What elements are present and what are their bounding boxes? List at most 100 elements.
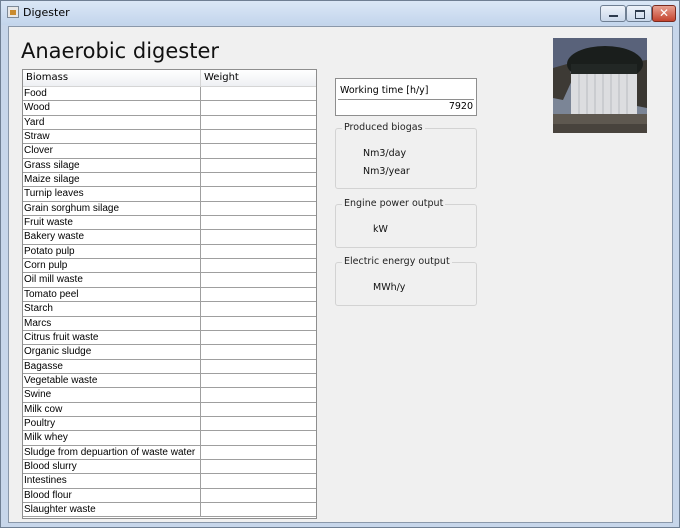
table-row[interactable]: Marcs	[23, 316, 316, 331]
table-row[interactable]: Tomato peel	[23, 287, 316, 303]
biomass-cell: Bakery waste	[23, 230, 201, 245]
weight-cell[interactable]	[201, 273, 316, 288]
electric-energy-group: Electric energy output MWh/y	[335, 256, 477, 306]
table-row[interactable]: Straw	[23, 130, 316, 145]
biomass-cell: Maize silage	[23, 173, 201, 188]
minimize-icon	[609, 15, 618, 17]
biomass-cell: Bagasse	[23, 359, 201, 374]
biomass-cell: Blood flour	[23, 488, 201, 503]
table-row[interactable]: Bakery waste	[23, 230, 316, 245]
weight-cell[interactable]	[201, 259, 316, 274]
weight-cell[interactable]	[201, 101, 316, 116]
table-row[interactable]: Food	[23, 87, 316, 102]
table-row[interactable]: Oil mill waste	[23, 273, 316, 288]
biomass-cell: Wood	[23, 101, 201, 116]
weight-cell[interactable]	[201, 431, 316, 446]
table-row[interactable]: Slaughter waste	[23, 502, 316, 518]
weight-cell[interactable]	[201, 403, 316, 417]
weight-cell[interactable]	[201, 245, 316, 260]
weight-cell[interactable]	[201, 474, 316, 489]
table-row[interactable]: Starch	[23, 302, 316, 317]
title-bar[interactable]: Digester ✕	[1, 1, 679, 25]
biomass-cell: Blood slurry	[23, 459, 201, 475]
biogas-unit-year: Nm3/year	[363, 166, 410, 177]
weight-cell[interactable]	[201, 446, 316, 460]
table-row[interactable]: Fruit waste	[23, 216, 316, 231]
weight-cell[interactable]	[201, 460, 316, 475]
weight-cell[interactable]	[201, 331, 316, 346]
table-row[interactable]: Citrus fruit waste	[23, 330, 316, 346]
table-row[interactable]: Sludge from depuartion of waste water	[23, 445, 316, 460]
biomass-cell: Grain sorghum silage	[23, 201, 201, 217]
table-row[interactable]: Blood flour	[23, 488, 316, 503]
biomass-cell: Clover	[23, 144, 201, 159]
weight-cell[interactable]	[201, 345, 316, 360]
engine-power-unit: kW	[373, 224, 388, 235]
weight-cell[interactable]	[201, 489, 316, 503]
weight-cell[interactable]	[201, 288, 316, 303]
table-row[interactable]: Corn pulp	[23, 259, 316, 274]
engine-power-title: Engine power output	[342, 198, 446, 209]
produced-biogas-group: Produced biogas Nm3/day Nm3/year	[335, 122, 477, 189]
biomass-cell: Yard	[23, 115, 201, 131]
biomass-cell: Marcs	[23, 316, 201, 331]
weight-cell[interactable]	[201, 116, 316, 131]
weight-cell[interactable]	[201, 374, 316, 389]
table-row[interactable]: Maize silage	[23, 173, 316, 188]
weight-cell[interactable]	[201, 360, 316, 374]
close-button[interactable]: ✕	[652, 5, 676, 22]
biomass-cell: Organic sludge	[23, 345, 201, 360]
table-row[interactable]: Milk cow	[23, 402, 316, 417]
column-header-weight[interactable]: Weight	[201, 70, 316, 86]
weight-cell[interactable]	[201, 144, 316, 159]
biomass-cell: Slaughter waste	[23, 502, 201, 518]
app-icon	[7, 6, 19, 18]
table-row[interactable]: Swine	[23, 388, 316, 403]
weight-cell[interactable]	[201, 87, 316, 102]
close-icon: ✕	[658, 6, 670, 20]
weight-cell[interactable]	[201, 202, 316, 217]
table-row[interactable]: Potato pulp	[23, 244, 316, 260]
biomass-cell: Tomato peel	[23, 287, 201, 303]
table-row[interactable]: Intestines	[23, 474, 316, 489]
weight-cell[interactable]	[201, 503, 316, 518]
table-row[interactable]: Bagasse	[23, 359, 316, 374]
table-row[interactable]: Grain sorghum silage	[23, 201, 316, 217]
table-row[interactable]: Grass silage	[23, 158, 316, 174]
biomass-cell: Intestines	[23, 474, 201, 489]
biomass-cell: Grass silage	[23, 158, 201, 174]
table-row[interactable]: Organic sludge	[23, 345, 316, 360]
working-time-label: Working time [h/y]	[340, 85, 429, 96]
weight-cell[interactable]	[201, 187, 316, 202]
biomass-cell: Citrus fruit waste	[23, 330, 201, 346]
biomass-cell: Turnip leaves	[23, 187, 201, 202]
maximize-button[interactable]	[626, 5, 652, 22]
weight-cell[interactable]	[201, 173, 316, 188]
table-row[interactable]: Poultry	[23, 416, 316, 432]
weight-cell[interactable]	[201, 230, 316, 245]
table-row[interactable]: Blood slurry	[23, 459, 316, 475]
table-header: Biomass Weight	[23, 70, 316, 87]
working-time-input[interactable]: 7920	[338, 99, 474, 113]
weight-cell[interactable]	[201, 130, 316, 145]
table-row[interactable]: Turnip leaves	[23, 187, 316, 202]
table-row[interactable]: Clover	[23, 144, 316, 159]
weight-cell[interactable]	[201, 216, 316, 231]
weight-cell[interactable]	[201, 417, 316, 432]
table-row[interactable]: Vegetable waste	[23, 373, 316, 389]
biomass-cell: Potato pulp	[23, 244, 201, 260]
table-row[interactable]: Milk whey	[23, 431, 316, 446]
biomass-table[interactable]: Biomass Weight Food Wood Yard Straw Clover Gr…	[22, 69, 317, 519]
weight-cell[interactable]	[201, 317, 316, 331]
content-panel: Anaerobic digester Biomass Weight Food W…	[8, 26, 673, 523]
working-time-panel: Working time [h/y] 7920	[335, 78, 477, 116]
weight-cell[interactable]	[201, 159, 316, 174]
minimize-button[interactable]	[600, 5, 626, 22]
produced-biogas-title: Produced biogas	[342, 122, 425, 133]
column-header-biomass[interactable]: Biomass	[23, 70, 201, 86]
table-row[interactable]: Yard	[23, 115, 316, 131]
table-row[interactable]: Wood	[23, 101, 316, 116]
biomass-cell: Starch	[23, 302, 201, 317]
weight-cell[interactable]	[201, 388, 316, 403]
weight-cell[interactable]	[201, 302, 316, 317]
